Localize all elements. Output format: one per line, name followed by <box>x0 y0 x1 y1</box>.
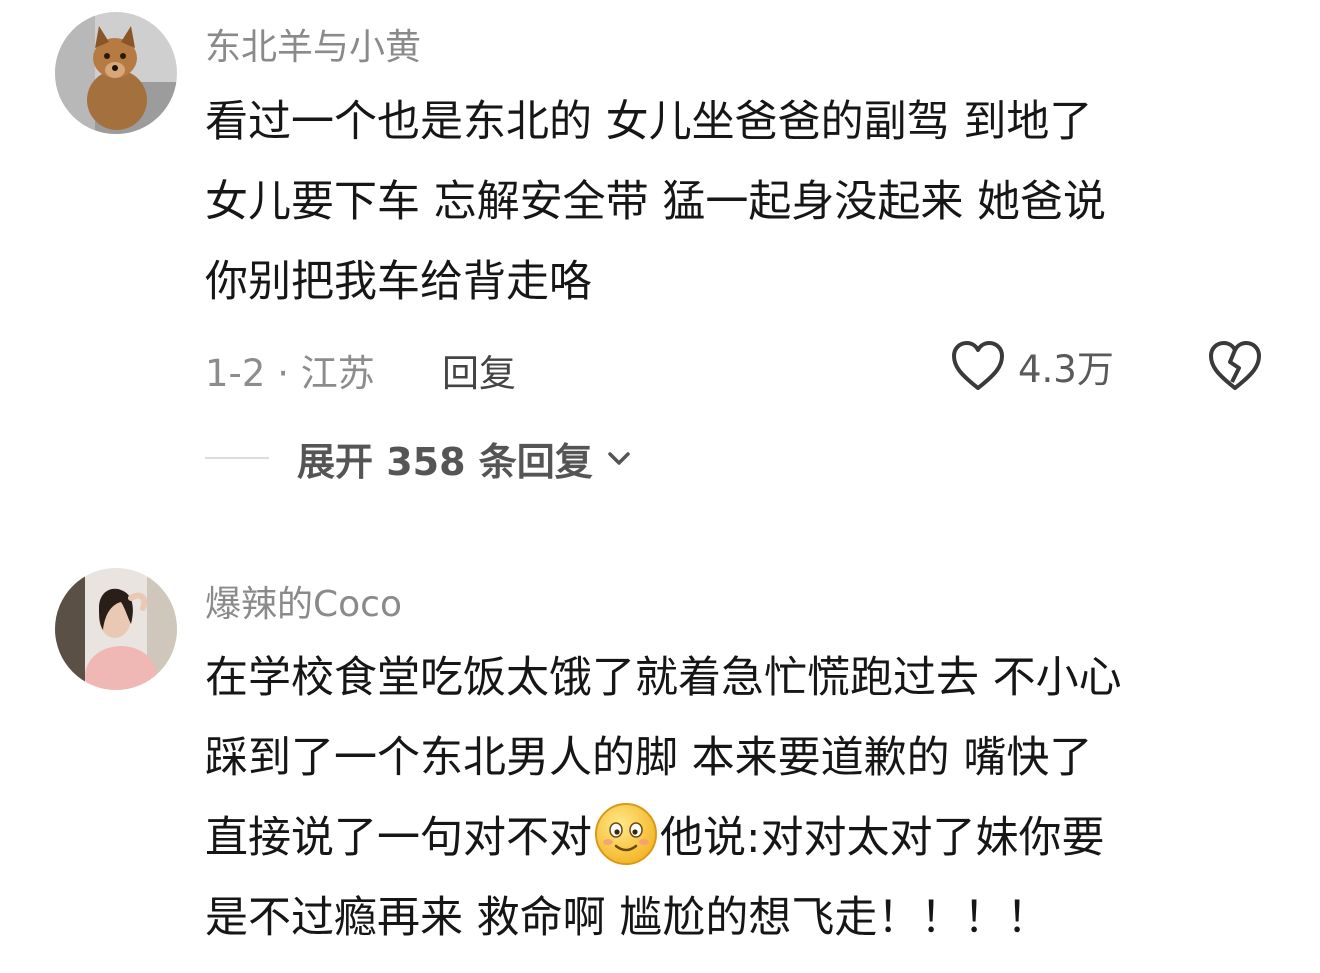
comment-text-line: 你别把我车给背走咯 <box>205 257 592 307</box>
user-avatar[interactable] <box>55 568 177 690</box>
comment-text-line: 看过一个也是东北的 女儿坐爸爸的副驾 到地了 <box>205 97 1093 147</box>
smile-emoji-icon <box>594 802 658 866</box>
woman-photo-avatar-icon <box>55 568 177 690</box>
expand-replies-button[interactable]: 展开 358 条回复 <box>297 431 633 486</box>
divider <box>205 457 269 459</box>
comment-date-location: 1-2 · 江苏 <box>205 352 375 395</box>
like-button[interactable]: 4.3万 <box>950 338 1114 394</box>
like-count: 4.3万 <box>1018 348 1114 391</box>
comment-text-line: 在学校食堂吃饭太饿了就着急忙慌跑过去 不小心 <box>205 653 1122 703</box>
reply-button[interactable]: 回复 <box>442 343 516 397</box>
dislike-button[interactable] <box>1206 338 1264 394</box>
comment-text-segment: 他说:对对太对了妹你要 <box>660 813 1105 863</box>
comment-text-segment: 直接说了一句对不对 <box>205 813 592 863</box>
comment-text-line: 女儿要下车 忘解安全带 猛一起身没起来 她爸说 <box>205 177 1107 227</box>
user-avatar[interactable] <box>55 12 177 134</box>
heart-outline-icon <box>952 341 1004 390</box>
expand-replies-row: 展开 358 条回复 <box>205 432 633 484</box>
comment-text-line: 直接说了一句对不对 他说:对对太对了妹你要 <box>205 798 1105 878</box>
comment-text-line: 是不过瘾再来 救命啊 尴尬的想飞走！！！！ <box>205 893 1050 943</box>
comment-username[interactable]: 东北羊与小黄 <box>205 18 421 70</box>
comment-text-line: 踩到了一个东北男人的脚 本来要道歉的 嘴快了 <box>205 733 1093 783</box>
chevron-down-icon <box>608 452 630 465</box>
comment-username[interactable]: 爆辣的Coco <box>205 575 402 627</box>
broken-heart-icon <box>1209 341 1261 390</box>
expand-replies-label: 展开 358 条回复 <box>297 439 593 484</box>
dog-avatar-icon <box>55 12 177 134</box>
